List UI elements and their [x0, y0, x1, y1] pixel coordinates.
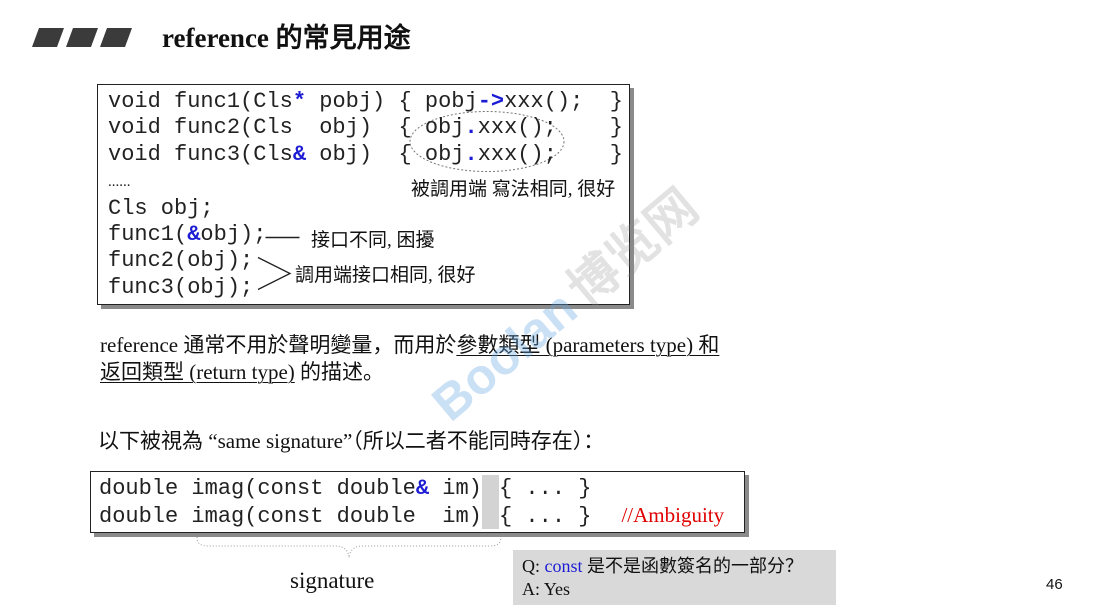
code-text: double imag(const double im)	[99, 504, 482, 529]
reference-operator: &	[292, 141, 307, 167]
dot-operator: .	[464, 115, 478, 141]
code-line-func3-decl: void func3(Cls& obj) { obj.xxx(); }	[108, 142, 629, 168]
title-bar-1	[32, 28, 64, 47]
same-signature-paragraph: 以下被視為 “same signature”（所以二者不能同時存在）：	[98, 429, 605, 453]
code-text: func3(obj);	[108, 274, 254, 300]
page-number: 46	[1046, 576, 1063, 593]
title-bar-2	[66, 28, 98, 47]
signature-boundary-highlight	[481, 502, 500, 529]
paragraph-text: reference 通常不用於聲明變量，而用於	[100, 333, 457, 357]
code-text: void func1(Cls	[108, 89, 293, 114]
answer-line: A: Yes	[522, 579, 571, 599]
code-text: xxx(); }	[477, 141, 623, 167]
slide: reference 的常見用途 void func1(Cls* pobj) { …	[0, 0, 1096, 615]
reference-operator: &	[415, 476, 430, 501]
ellipsis-dots: ......	[108, 174, 131, 191]
paragraph-line-1: reference 通常不用於聲明變量，而用於參數類型 (parameters …	[100, 332, 719, 359]
question-keyword: const	[544, 556, 583, 576]
title-bar-3	[100, 28, 132, 47]
code-box-reference-usage: void func1(Cls* pobj) { pobj->xxx(); } v…	[97, 84, 630, 305]
interface-diff-note: 接口不同, 困擾	[311, 230, 435, 251]
code-text: pobj) { pobj	[306, 89, 478, 114]
question-prefix: Q:	[522, 556, 545, 576]
code-text: xxx(); }	[504, 89, 623, 114]
dot-operator: .	[464, 141, 478, 167]
code-line-func1-decl: void func1(Cls* pobj) { pobj->xxx(); }	[108, 89, 629, 115]
paragraph-line-2: 返回類型 (return type) 的描述。	[100, 359, 719, 386]
return-type-underlined: 返回類型 (return type)	[100, 360, 295, 384]
code-text: func2(obj);	[108, 248, 254, 274]
code-text: Cls obj;	[108, 195, 214, 221]
parameters-type-underlined: 參數類型 (parameters type) 和	[456, 333, 720, 357]
code-text: { ... }	[499, 504, 592, 529]
code-text: im)	[429, 476, 482, 501]
slide-title: reference 的常見用途	[162, 23, 411, 53]
paragraph-text: 的描述。	[294, 360, 385, 384]
signature-label: signature	[290, 568, 375, 593]
code-text: obj) { obj	[306, 141, 465, 167]
signature-brace	[196, 536, 502, 558]
code-text: xxx(); }	[477, 115, 623, 141]
question-line: Q: const 是不是函數簽名的一部分？	[522, 555, 827, 578]
signature-boundary-highlight	[481, 475, 500, 502]
ambiguity-comment: //Ambiguity	[621, 503, 725, 527]
code-text: void func2(Cls obj) { obj	[108, 115, 465, 141]
caller-side-note: 調用端接口相同, 很好	[295, 265, 476, 286]
callee-side-note: 被調用端 寫法相同, 很好	[411, 179, 616, 200]
code-line-func2-decl: void func2(Cls obj) { obj.xxx(); }	[108, 115, 629, 141]
qa-box: Q: const 是不是函數簽名的一部分？ A: Yes	[513, 550, 836, 605]
code-line-imag-reference: double imag(const double& im) { ... }	[99, 475, 744, 502]
arrow-operator: ->	[477, 89, 505, 114]
code-line-imag-value: double imag(const double im) { ... } //Amb…	[99, 502, 744, 530]
title-bars-decoration	[32, 28, 132, 47]
code-text: func1(	[108, 222, 188, 248]
code-text: void func3(Cls	[108, 141, 293, 167]
code-text: obj);	[200, 222, 267, 248]
code-text: double imag(const double	[99, 476, 416, 501]
pointer-operator: *	[292, 89, 307, 114]
curly-brace-path	[196, 536, 502, 558]
question-text: 是不是函數簽名的一部分？	[582, 556, 803, 576]
code-text: { ... }	[499, 476, 592, 501]
reference-usage-paragraph: reference 通常不用於聲明變量，而用於參數類型 (parameters …	[100, 332, 719, 386]
address-of-operator: &	[187, 222, 201, 248]
code-box-imag-signature: double imag(const double& im) { ... } dou…	[90, 471, 745, 533]
